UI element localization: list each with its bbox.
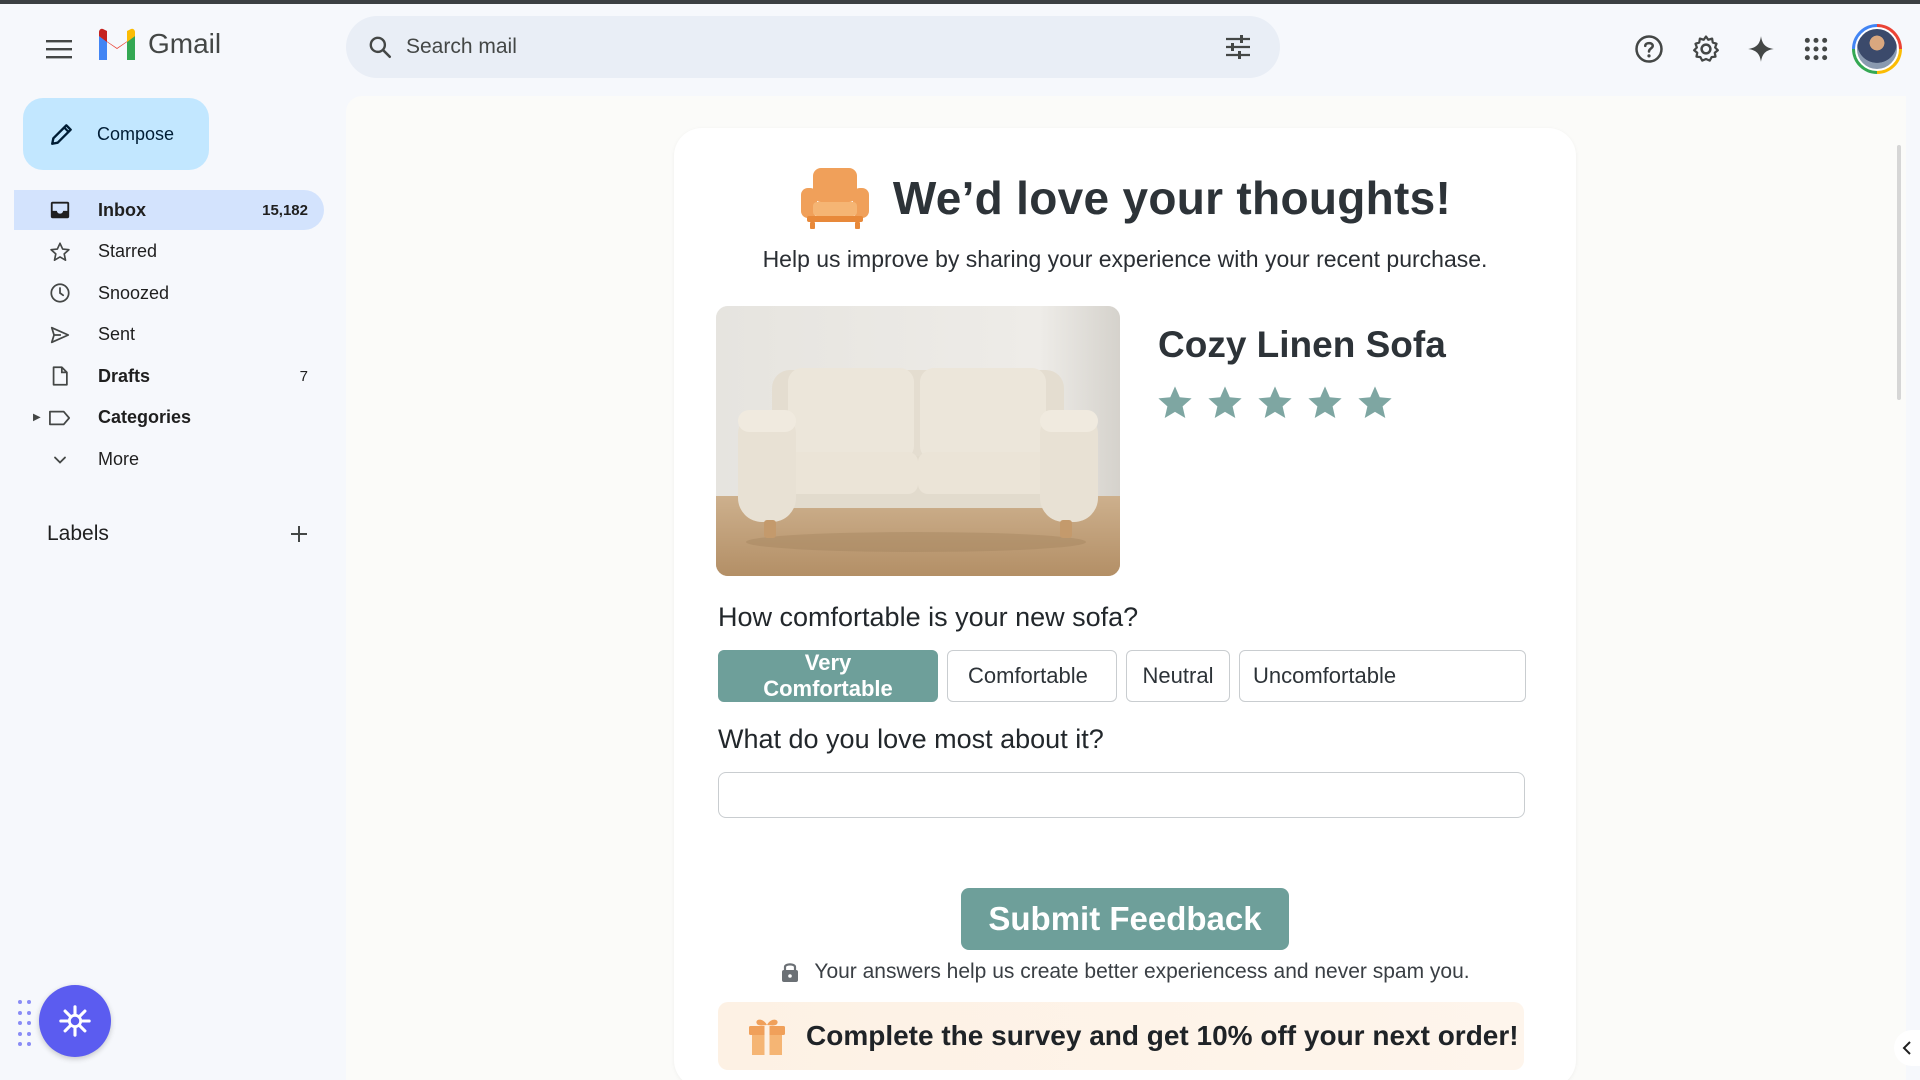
card-title-row: We’d love your thoughts! (674, 166, 1576, 230)
love-question: What do you love most about it? (718, 724, 1104, 754)
sidebar-nav: Inbox 15,182 Starred Snoozed Sent Drafts… (14, 190, 324, 481)
compose-button[interactable]: Compose (23, 98, 209, 170)
search-icon[interactable] (362, 29, 398, 65)
sidebar-item-snoozed[interactable]: Snoozed (14, 273, 324, 313)
rating-star-4[interactable] (1306, 384, 1344, 422)
search-input[interactable] (406, 35, 1216, 59)
search-bar[interactable] (346, 16, 1280, 78)
gmail-logo[interactable]: Gmail (96, 28, 221, 60)
labels-section-header: Labels (47, 516, 317, 552)
send-icon (48, 323, 72, 347)
option-comfortable[interactable]: Comfortable (947, 650, 1117, 702)
rating-star-1[interactable] (1156, 384, 1194, 422)
unread-count: 15,182 (262, 201, 308, 219)
email-headline: We’d love your thoughts! (892, 172, 1452, 224)
pencil-icon (47, 119, 77, 149)
sidebar-item-starred[interactable]: Starred (14, 232, 324, 272)
gemini-sparkle-icon[interactable] (1739, 27, 1783, 71)
promo-banner: Complete the survey and get 10% off your… (718, 1002, 1524, 1070)
armchair-icon (800, 168, 869, 229)
sidebar-item-label: Inbox (98, 199, 146, 220)
compose-label: Compose (97, 123, 175, 144)
option-uncomfortable[interactable]: Uncomfortable (1239, 650, 1526, 702)
comfort-options: Very Comfortable Comfortable Neutral Unc… (718, 650, 1526, 702)
gmail-m-icon (99, 28, 135, 60)
love-answer-field[interactable] (718, 772, 1525, 818)
chevron-left-icon (1902, 1041, 1911, 1055)
rating-star-2[interactable] (1206, 384, 1244, 422)
feedback-email-card: We’d love your thoughts! Help us improve… (674, 128, 1576, 1080)
sidebar-item-categories[interactable]: ▶ Categories (14, 398, 324, 438)
sidebar-item-label: More (98, 449, 140, 470)
comfort-question: How comfortable is your new sofa? (718, 602, 1139, 632)
rating-star-3[interactable] (1256, 384, 1294, 422)
promo-text: Complete the survey and get 10% off your… (806, 1020, 1519, 1051)
label-icon (48, 406, 72, 430)
draft-count: 7 (299, 367, 308, 385)
help-icon[interactable] (1627, 27, 1671, 71)
main-menu-button[interactable] (38, 28, 80, 70)
search-options-icon[interactable] (1216, 25, 1260, 69)
privacy-note: Your answers help us create better exper… (674, 960, 1576, 984)
sidebar-item-label: Snoozed (98, 282, 170, 303)
privacy-note-text: Your answers help us create better exper… (814, 960, 1470, 983)
sidebar-item-drafts[interactable]: Drafts 7 (14, 356, 324, 396)
draft-icon (48, 364, 72, 388)
hamburger-icon (46, 40, 72, 59)
avatar-photo (1855, 27, 1899, 71)
lock-icon (782, 963, 799, 982)
asterisk-sparkle-icon (59, 1005, 91, 1037)
sidebar-item-inbox[interactable]: Inbox 15,182 (14, 190, 324, 230)
apps-grid-icon[interactable] (1794, 27, 1838, 71)
header: Gmail (0, 4, 1920, 86)
option-neutral[interactable]: Neutral (1126, 650, 1230, 702)
email-subtitle: Help us improve by sharing your experien… (762, 246, 1488, 272)
sidebar-item-label: Drafts (98, 365, 151, 386)
expand-caret-icon[interactable]: ▶ (33, 412, 41, 423)
product-image (716, 306, 1120, 576)
inbox-icon (48, 198, 72, 222)
sidebar-item-label: Categories (98, 407, 192, 428)
assistant-fab-button[interactable] (39, 985, 111, 1057)
star-rating[interactable] (1156, 384, 1394, 422)
sofa-illustration (716, 306, 1120, 576)
account-avatar[interactable] (1852, 24, 1902, 74)
sidebar-item-more[interactable]: More (14, 440, 324, 480)
settings-gear-icon[interactable] (1684, 27, 1728, 71)
submit-feedback-button[interactable]: Submit Feedback (961, 888, 1289, 950)
add-label-plus-icon[interactable] (281, 516, 317, 552)
option-very-comfortable[interactable]: Very Comfortable (718, 650, 938, 702)
star-icon (48, 240, 72, 264)
drag-handle[interactable] (18, 1000, 32, 1050)
rating-star-5[interactable] (1356, 384, 1394, 422)
clock-icon (48, 281, 72, 305)
sidebar-item-sent[interactable]: Sent (14, 315, 324, 355)
sidebar-item-label: Starred (98, 241, 158, 262)
labels-title: Labels (47, 522, 109, 545)
sidebar-item-label: Sent (98, 324, 136, 345)
gmail-wordmark: Gmail (148, 28, 222, 59)
gift-icon (749, 1019, 785, 1055)
product-name: Cozy Linen Sofa (1158, 324, 1446, 365)
chevron-down-icon (48, 448, 72, 472)
vertical-scrollbar[interactable] (1897, 145, 1901, 400)
